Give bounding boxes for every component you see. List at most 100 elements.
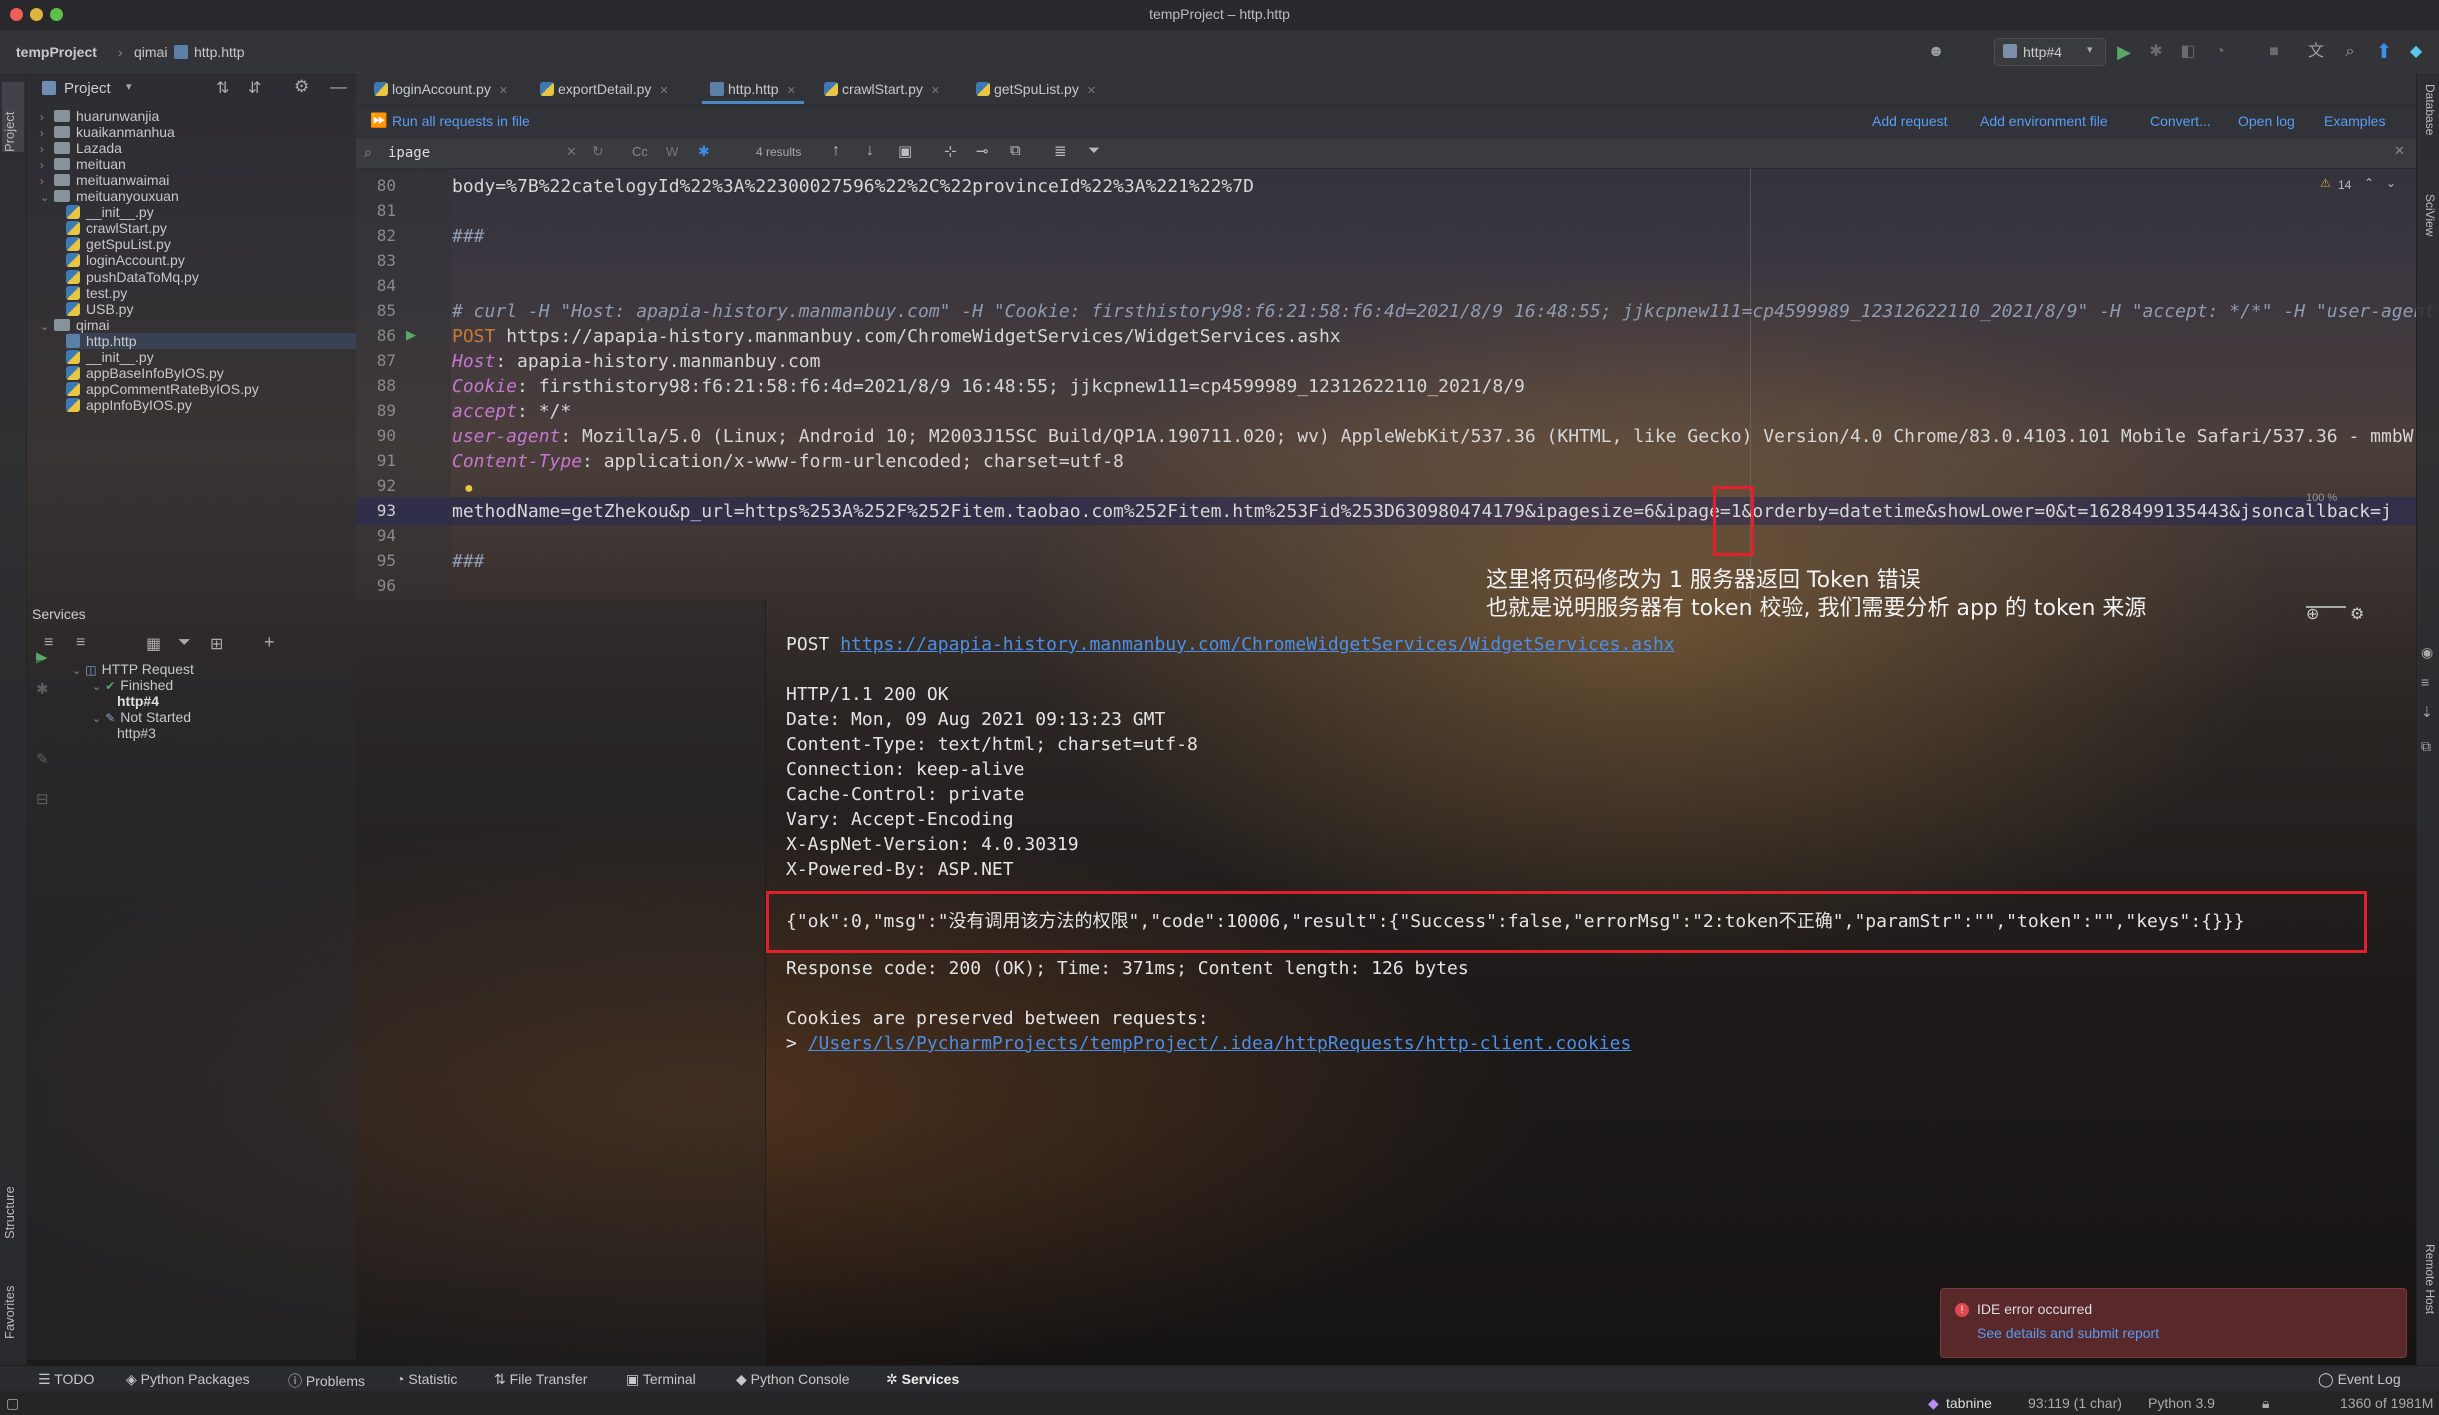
add-environment-file-link[interactable]: Add environment file bbox=[1980, 113, 2108, 129]
python-packages-tool-button[interactable]: ◈ Python Packages bbox=[126, 1371, 250, 1388]
tree-item[interactable]: __init__.py bbox=[66, 204, 154, 220]
request-url-link[interactable]: https://apapia-history.manmanbuy.com/Chr… bbox=[840, 634, 1674, 655]
chevron-up-icon[interactable]: ⌃ bbox=[2364, 176, 2374, 190]
tree-item[interactable]: › meituanwaimai bbox=[40, 172, 169, 188]
notification-link[interactable]: See details and submit report bbox=[1977, 1325, 2159, 1341]
remote-host-tool-tab[interactable]: Remote Host bbox=[2419, 1244, 2437, 1354]
globe-icon[interactable]: ⊕ bbox=[2306, 604, 2319, 624]
add-service-icon[interactable]: + bbox=[264, 632, 275, 653]
service-item[interactable]: http#3 bbox=[112, 725, 156, 741]
run-request-icon[interactable]: ▶ bbox=[406, 327, 416, 343]
tree-item[interactable]: appInfoByIOS.py bbox=[66, 397, 192, 413]
editor-tab[interactable]: exportDetail.py ✕ bbox=[532, 74, 677, 104]
convert-link[interactable]: Convert... bbox=[2150, 113, 2211, 129]
warning-icon[interactable]: ⚠ bbox=[2320, 176, 2331, 190]
user-icon[interactable]: ☻ bbox=[1926, 42, 1946, 62]
service-item[interactable]: ⌄ ◫ HTTP Request bbox=[72, 661, 194, 677]
open-log-link[interactable]: Open log bbox=[2238, 113, 2295, 129]
chevron-down-icon[interactable]: ▾ bbox=[126, 80, 132, 93]
event-log-button[interactable]: ◯ Event Log bbox=[2318, 1371, 2401, 1388]
cookies-file-link[interactable]: /Users/ls/PycharmProjects/tempProject/.i… bbox=[808, 1033, 1632, 1054]
close-icon[interactable]: ✕ bbox=[1087, 85, 1096, 97]
editor-tab[interactable]: http.http ✕ bbox=[702, 74, 804, 104]
terminal-tool-button[interactable]: ▣ Terminal bbox=[626, 1371, 696, 1388]
remove-occurrence-icon[interactable]: ⊸ bbox=[976, 142, 989, 160]
service-item[interactable]: ⌄ ✔ Finished bbox=[92, 677, 173, 693]
search-icon[interactable]: ⌕ bbox=[2340, 42, 2360, 62]
run-all-requests-link[interactable]: Run all requests in file bbox=[392, 113, 530, 129]
group-icon[interactable]: ▦ bbox=[146, 634, 161, 654]
project-tool-tab[interactable]: Project bbox=[2, 82, 24, 152]
chevron-down-icon[interactable]: ⌄ bbox=[92, 713, 101, 725]
breadcrumb-project[interactable]: tempProject bbox=[16, 44, 97, 60]
multiline-icon[interactable]: ≣ bbox=[1054, 142, 1067, 160]
tree-item[interactable]: › meituan bbox=[40, 156, 126, 172]
structure-tool-tab[interactable]: Structure bbox=[2, 1149, 24, 1239]
editor-tab[interactable]: crawlStart.py ✕ bbox=[816, 74, 948, 104]
update-icon[interactable]: ⬆ bbox=[2374, 42, 2394, 62]
service-item[interactable]: ⌄ ✎ Not Started bbox=[92, 709, 191, 725]
clear-search-icon[interactable]: ✕ bbox=[566, 144, 577, 160]
tabnine-status[interactable]: tabnine bbox=[1946, 1395, 1992, 1411]
whole-words-toggle[interactable]: W bbox=[666, 144, 678, 159]
previous-occurrence-icon[interactable]: ↑ bbox=[832, 142, 840, 160]
add-request-link[interactable]: Add request bbox=[1872, 113, 1948, 129]
next-occurrence-icon[interactable]: ↓ bbox=[866, 142, 874, 160]
tree-item[interactable]: pushDataToMq.py bbox=[66, 269, 199, 285]
run-config-select[interactable]: http#4 ▾ bbox=[1994, 38, 2106, 66]
profile-icon[interactable]: ◔ bbox=[2210, 42, 2230, 62]
problems-tool-button[interactable]: ⓘ Problems bbox=[288, 1371, 365, 1391]
database-tool-tab[interactable]: Database bbox=[2419, 84, 2437, 184]
examples-link[interactable]: Examples bbox=[2324, 113, 2385, 129]
gear-icon[interactable]: ⚙ bbox=[2350, 604, 2364, 624]
stop-icon[interactable]: ■ bbox=[2264, 42, 2284, 62]
tree-item[interactable]: › huarunwanjia bbox=[40, 108, 159, 124]
tree-item[interactable]: getSpuList.py bbox=[66, 236, 171, 252]
lock-icon[interactable]: 🔒︎ bbox=[2262, 1395, 2269, 1412]
scroll-end-icon[interactable]: ⇣ bbox=[2421, 704, 2433, 721]
new-tab-icon[interactable]: ⊞ bbox=[210, 634, 223, 654]
run-icon[interactable]: ▶ bbox=[2114, 42, 2134, 62]
collapse-all-icon[interactable]: ≡ bbox=[76, 634, 85, 652]
gear-icon[interactable]: ⚙ bbox=[294, 77, 309, 97]
chevron-down-icon[interactable]: ⌄ bbox=[2386, 176, 2396, 190]
editor-tab[interactable]: loginAccount.py ✕ bbox=[366, 74, 516, 104]
search-input[interactable] bbox=[386, 141, 570, 165]
python-console-tool-button[interactable]: ◆ Python Console bbox=[736, 1371, 850, 1388]
tree-item[interactable]: › Lazada bbox=[40, 140, 122, 156]
debug-icon[interactable]: ✱ bbox=[2146, 42, 2166, 62]
project-view-label[interactable]: Project bbox=[64, 80, 111, 97]
close-icon[interactable]: ✕ bbox=[499, 85, 508, 97]
history-icon[interactable]: ↻ bbox=[592, 143, 604, 160]
close-icon[interactable]: ✕ bbox=[659, 85, 668, 97]
file-transfer-tool-button[interactable]: ⇅ File Transfer bbox=[494, 1371, 587, 1388]
filter-icon[interactable]: ⏷ bbox=[178, 634, 191, 652]
collapse-all-icon[interactable]: ⇵ bbox=[248, 78, 261, 98]
chevron-down-icon[interactable]: ⌄ bbox=[40, 319, 54, 335]
error-notification[interactable]: ! IDE error occurred See details and sub… bbox=[1940, 1288, 2407, 1358]
tree-item[interactable]: test.py bbox=[66, 285, 127, 301]
toolbox-icon[interactable]: ◆ bbox=[2406, 42, 2426, 62]
tree-item[interactable]: crawlStart.py bbox=[66, 220, 167, 236]
python-interpreter[interactable]: Python 3.9 bbox=[2148, 1395, 2215, 1411]
coverage-icon[interactable]: ◧ bbox=[2178, 42, 2198, 62]
chevron-down-icon[interactable]: ⌄ bbox=[92, 681, 101, 693]
editor-tab[interactable]: getSpuList.py ✕ bbox=[968, 74, 1104, 104]
regex-toggle[interactable]: ✱ bbox=[698, 143, 710, 160]
breadcrumb-file[interactable]: http.http bbox=[194, 44, 245, 60]
close-find-icon[interactable]: ✕ bbox=[2394, 143, 2405, 159]
layout-icon[interactable]: ▢ bbox=[6, 1395, 19, 1412]
todo-tool-button[interactable]: ☰ TODO bbox=[38, 1371, 94, 1388]
tree-item[interactable]: ⌄ qimai bbox=[40, 317, 109, 333]
sciview-tool-tab[interactable]: SciView bbox=[2419, 194, 2437, 274]
close-icon[interactable]: ✕ bbox=[931, 85, 940, 97]
statistic-tool-button[interactable]: ◔ Statistic bbox=[396, 1371, 457, 1387]
lightbulb-icon[interactable]: ● bbox=[464, 480, 474, 498]
filter-icon[interactable]: ⏷ bbox=[1088, 142, 1100, 159]
eye-icon[interactable]: ◉ bbox=[2421, 644, 2433, 661]
memory-indicator[interactable]: 1360 of 1981M bbox=[2340, 1395, 2433, 1411]
tree-item[interactable]: http.http bbox=[66, 332, 356, 349]
match-case-toggle[interactable]: Cc bbox=[632, 144, 648, 159]
add-occurrence-icon[interactable]: ⊹ bbox=[944, 142, 957, 160]
tree-item[interactable]: appBaseInfoByIOS.py bbox=[66, 365, 224, 381]
